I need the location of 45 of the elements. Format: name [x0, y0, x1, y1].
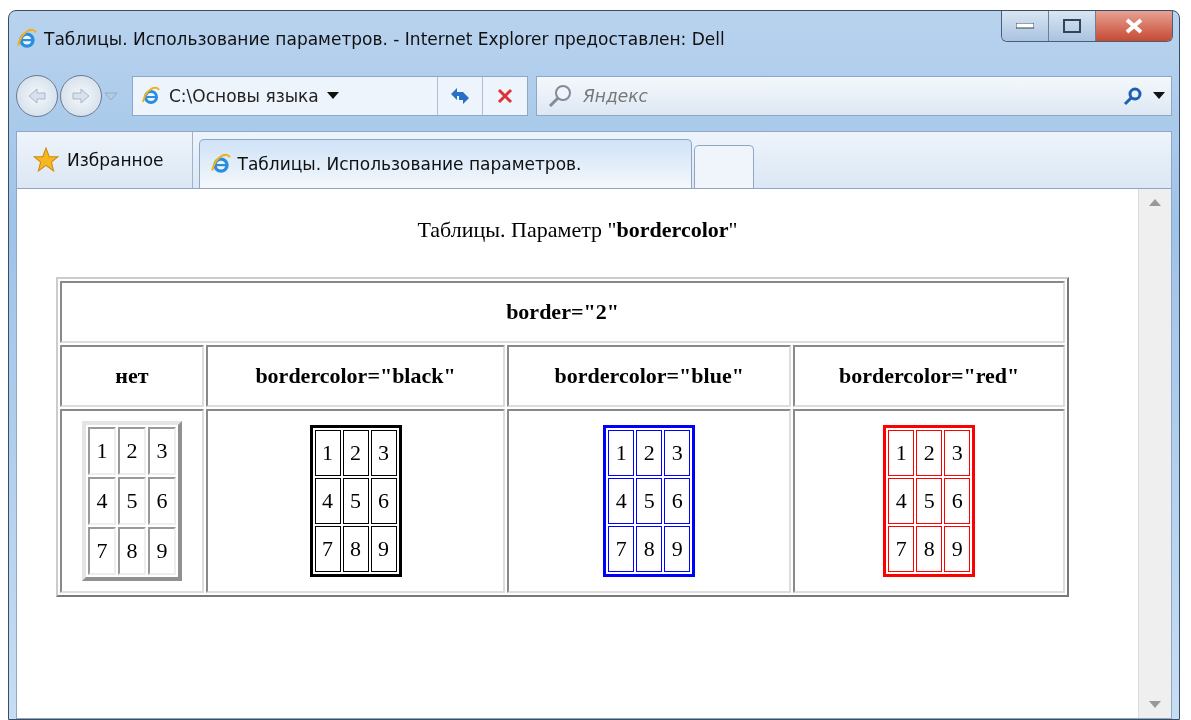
table-cell: 8	[342, 526, 369, 572]
table-cell: 1	[87, 427, 116, 475]
table-cell: 4	[608, 478, 635, 524]
browser-tab[interactable]: Таблицы. Использование параметров.	[198, 139, 693, 188]
table-cell: 7	[608, 526, 635, 572]
table-cell: 6	[664, 478, 691, 524]
table-cell: 4	[87, 477, 116, 525]
table-cell: 6	[944, 478, 971, 524]
table-cell: 3	[664, 430, 691, 476]
table-cell: 4	[314, 478, 341, 524]
table-cell: 9	[370, 526, 397, 572]
table-cell: 8	[117, 527, 146, 575]
table-cell: 9	[147, 527, 176, 575]
table-cell: 7	[87, 527, 116, 575]
table-cell: 9	[664, 526, 691, 572]
address-field[interactable]: C:\Основы языка	[169, 86, 319, 106]
table-cell: 7	[314, 526, 341, 572]
table-cell: 5	[636, 478, 663, 524]
header-cell: bordercolor="red"	[793, 345, 1065, 407]
table-cell: 5	[916, 478, 943, 524]
table-cell: 7	[888, 526, 915, 572]
table-cell: 1	[888, 430, 915, 476]
table-cell: 6	[370, 478, 397, 524]
table-cell: 2	[636, 430, 663, 476]
header-cell: нет	[60, 345, 204, 407]
table-cell: 1	[608, 430, 635, 476]
table-cell: 8	[636, 526, 663, 572]
table-cell: 9	[944, 526, 971, 572]
table-cell: 3	[944, 430, 971, 476]
header-cell: bordercolor="black"	[205, 345, 506, 407]
table-cell: 4	[888, 478, 915, 524]
table-cell: 6	[147, 477, 176, 525]
table-cell: 1	[314, 430, 341, 476]
table-cell: 5	[117, 477, 146, 525]
table-cell: 2	[916, 430, 943, 476]
table-cell: 2	[117, 427, 146, 475]
header-cell: bordercolor="blue"	[507, 345, 792, 407]
table-cell: 2	[342, 430, 369, 476]
table-cell: 5	[342, 478, 369, 524]
table-cell: 3	[370, 430, 397, 476]
table-cell: 3	[147, 427, 176, 475]
page-heading: Таблицы. Параметр "bordercolor"	[417, 217, 738, 243]
table-cell: 8	[916, 526, 943, 572]
window-title: Таблицы. Использование параметров. - Internet Explorer предоставлен: Dell	[44, 29, 725, 49]
header-cell: border="2"	[60, 281, 1065, 343]
